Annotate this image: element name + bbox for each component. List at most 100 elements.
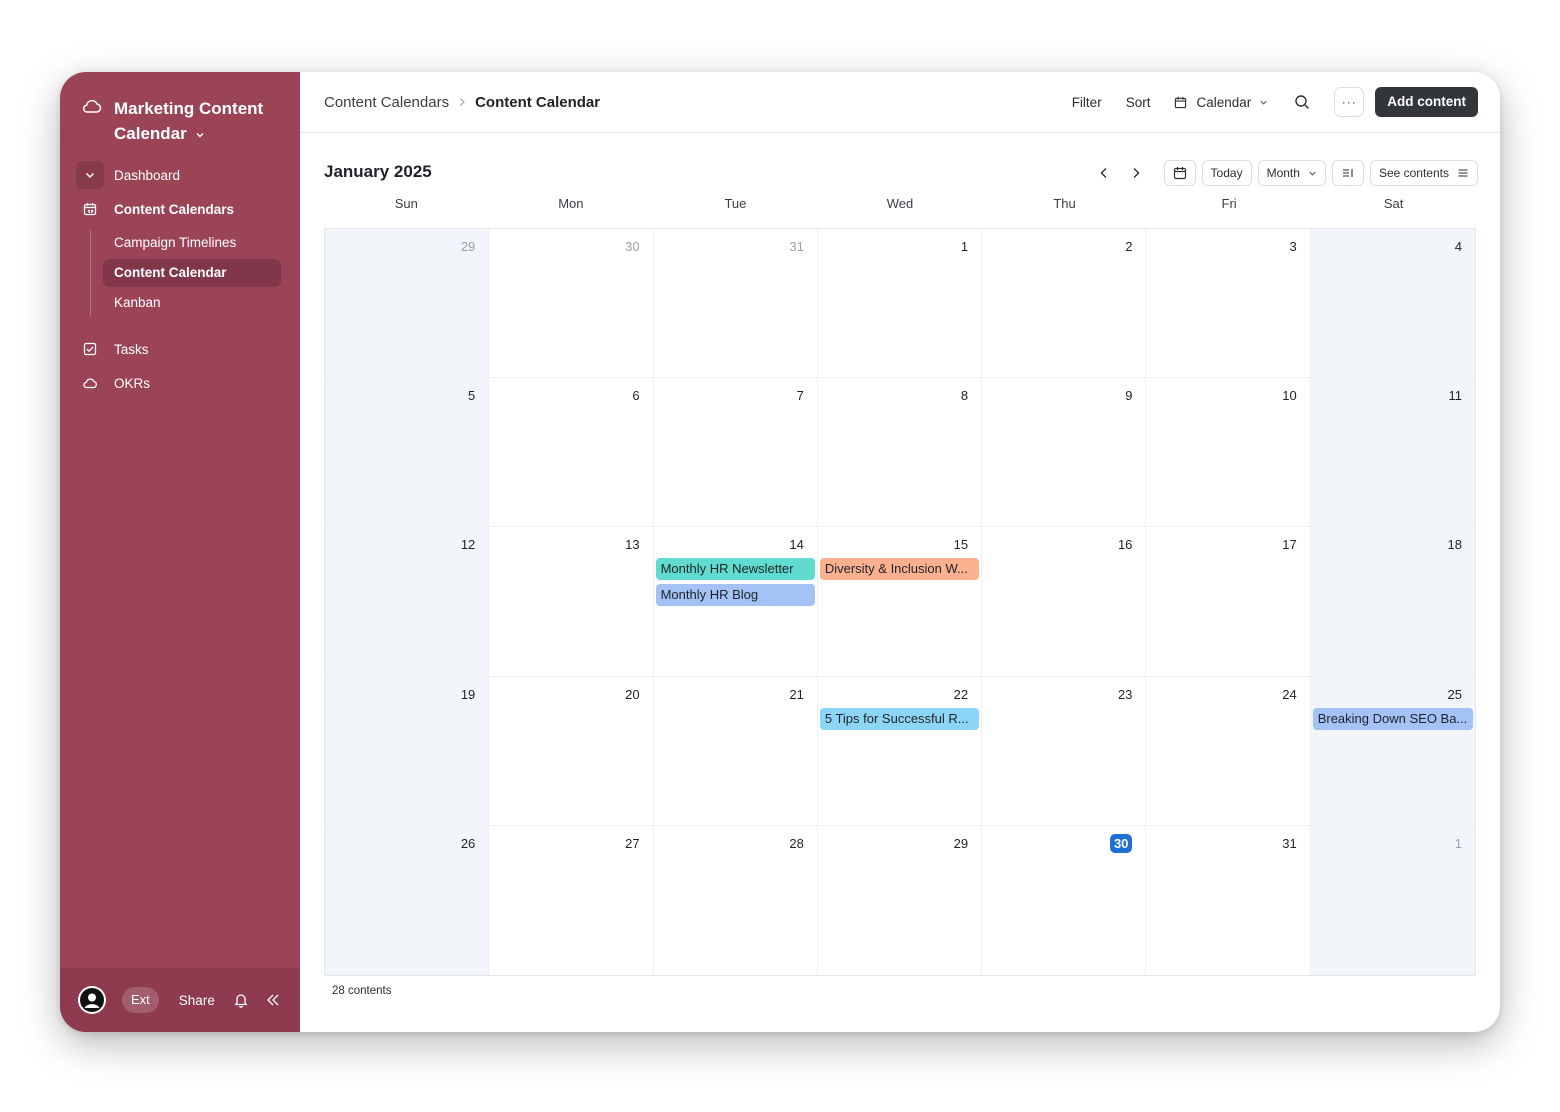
sidebar-item-tasks[interactable]: Tasks xyxy=(76,335,284,363)
weekday-label: Sun xyxy=(394,196,418,211)
event-list: Monthly HR Newsletter Monthly HR Blog xyxy=(655,558,815,610)
day-cell[interactable]: 6 xyxy=(489,378,654,528)
day-cell[interactable]: 30 xyxy=(489,229,654,379)
chevron-down-icon[interactable] xyxy=(76,161,104,189)
display-options-button[interactable] xyxy=(1331,160,1364,186)
sidebar-item-content-calendars[interactable]: Content Calendars xyxy=(76,195,284,223)
date-picker-button[interactable] xyxy=(1163,160,1196,186)
day-cell[interactable]: 15 Diversity & Inclusion W... xyxy=(817,527,983,677)
chevron-left-icon[interactable] xyxy=(1096,165,1112,181)
day-cell[interactable]: 29 xyxy=(818,825,983,975)
day-cell[interactable]: 2 xyxy=(982,229,1147,379)
day-number: 9 xyxy=(1125,388,1133,404)
day-cell[interactable]: 7 xyxy=(653,378,818,528)
day-cell[interactable]: 3 xyxy=(1146,229,1311,379)
day-number: 31 xyxy=(1282,835,1297,851)
today-button[interactable]: Today xyxy=(1201,160,1252,186)
chevron-right-icon[interactable] xyxy=(1128,165,1144,181)
day-cell[interactable]: 26 xyxy=(325,825,490,975)
day-cell[interactable]: 9 xyxy=(982,378,1147,528)
day-cell[interactable]: 5 xyxy=(325,378,490,528)
day-number: 29 xyxy=(460,239,476,254)
day-number: 1 xyxy=(960,239,969,254)
weekday-label: Fri xyxy=(1221,196,1237,211)
day-number: 19 xyxy=(460,686,476,702)
day-cell[interactable]: 13 xyxy=(489,527,654,677)
sidebar-item-label: Content Calendars xyxy=(114,201,235,217)
calendar-event[interactable]: Monthly HR Newsletter xyxy=(655,558,815,581)
weekday-header: Sun Mon Tue Wed Thu Fri Sat xyxy=(324,196,1476,211)
add-content-button[interactable]: Add content xyxy=(1375,87,1478,117)
bell-icon[interactable] xyxy=(233,992,249,1008)
cloud-icon xyxy=(82,99,102,113)
day-cell[interactable]: 19 xyxy=(325,676,490,826)
day-cell[interactable]: 11 xyxy=(1310,378,1475,528)
ext-badge[interactable]: Ext xyxy=(122,987,159,1013)
day-cell[interactable]: 1 xyxy=(817,229,983,379)
day-cell[interactable]: 21 xyxy=(653,676,818,826)
day-number: 23 xyxy=(1117,686,1133,702)
day-cell[interactable]: 31 xyxy=(1146,825,1311,975)
top-actions: Filter Sort Calendar ··· Add content xyxy=(1048,87,1478,117)
day-cell[interactable]: 31 xyxy=(653,229,818,379)
weekday-label: Thu xyxy=(1053,196,1076,211)
day-cell[interactable]: 8 xyxy=(817,378,983,528)
breadcrumb-parent[interactable]: Content Calendars xyxy=(324,94,449,111)
day-number: 29 xyxy=(953,835,969,851)
collapse-sidebar-icon[interactable] xyxy=(265,992,281,1008)
sidebar-item-dashboard[interactable]: Dashboard xyxy=(76,161,284,189)
day-cell[interactable]: 4 xyxy=(1310,229,1475,379)
filter-button[interactable]: Filter xyxy=(1072,95,1102,110)
workspace-switcher[interactable]: Marketing Content Calendar xyxy=(82,96,284,146)
day-number: 2 xyxy=(1125,239,1133,254)
today-marker: 30 xyxy=(1109,833,1133,853)
sidebar-item-content-calendar[interactable]: Content Calendar xyxy=(103,259,281,287)
workspace-title[interactable]: Marketing Content Calendar xyxy=(114,96,284,146)
day-cell[interactable]: 25 Breaking Down SEO Ba... xyxy=(1310,676,1475,826)
sidebar-item-label: Dashboard xyxy=(114,167,181,183)
day-number: 24 xyxy=(1282,686,1297,702)
calendar-event[interactable]: Breaking Down SEO Ba... xyxy=(1312,707,1473,730)
day-number: 16 xyxy=(1117,537,1133,553)
calendar-event[interactable]: Diversity & Inclusion W... xyxy=(819,558,980,581)
day-cell[interactable]: 16 xyxy=(982,527,1147,677)
view-selector-label: Calendar xyxy=(1196,94,1252,110)
day-cell[interactable]: 23 xyxy=(982,676,1147,826)
day-cell[interactable]: 20 xyxy=(489,676,654,826)
day-number: 1 xyxy=(1454,835,1462,851)
tree-guide-line xyxy=(90,230,91,316)
avatar[interactable] xyxy=(78,986,106,1014)
more-options-button[interactable]: ··· xyxy=(1334,87,1365,117)
day-cell[interactable]: 22 5 Tips for Successful R... xyxy=(817,676,983,826)
calendar-event[interactable]: 5 Tips for Successful R... xyxy=(819,707,980,730)
calendar-event[interactable]: Monthly HR Blog xyxy=(655,584,815,607)
day-cell[interactable]: 18 xyxy=(1310,527,1475,677)
day-cell[interactable]: 30 xyxy=(982,825,1147,975)
view-selector[interactable]: Calendar xyxy=(1174,95,1268,110)
day-cell[interactable]: 10 xyxy=(1146,378,1311,528)
day-cell[interactable]: 17 xyxy=(1146,527,1311,677)
breadcrumb-current: Content Calendar xyxy=(475,93,601,111)
event-list: 5 Tips for Successful R... xyxy=(819,707,980,734)
day-cell[interactable]: 24 xyxy=(1146,676,1311,826)
day-number: 15 xyxy=(953,537,969,553)
sidebar-item-okrs[interactable]: OKRs xyxy=(76,369,284,397)
day-cell[interactable]: 29 xyxy=(325,229,490,379)
sidebar-item-kanban[interactable]: Kanban xyxy=(103,289,281,317)
see-contents-button[interactable]: See contents xyxy=(1369,160,1478,186)
day-cell[interactable]: 12 xyxy=(325,527,490,677)
share-button[interactable]: Share xyxy=(179,993,215,1008)
menu-icon xyxy=(1458,169,1468,177)
day-number: 8 xyxy=(960,388,969,404)
day-cell[interactable]: 28 xyxy=(654,825,818,975)
sidebar-item-campaign-timelines[interactable]: Campaign Timelines xyxy=(103,229,281,257)
search-icon[interactable] xyxy=(1294,94,1310,110)
sort-button[interactable]: Sort xyxy=(1126,95,1151,110)
day-cell[interactable]: 14 Monthly HR Newsletter Monthly HR Blog xyxy=(653,527,818,677)
chevron-right-icon xyxy=(460,98,465,106)
day-cell[interactable]: 1 xyxy=(1310,825,1475,975)
see-contents-label: See contents xyxy=(1378,166,1449,180)
view-mode-select[interactable]: Month xyxy=(1257,160,1326,186)
day-number: 31 xyxy=(789,239,804,254)
day-cell[interactable]: 27 xyxy=(489,825,654,975)
